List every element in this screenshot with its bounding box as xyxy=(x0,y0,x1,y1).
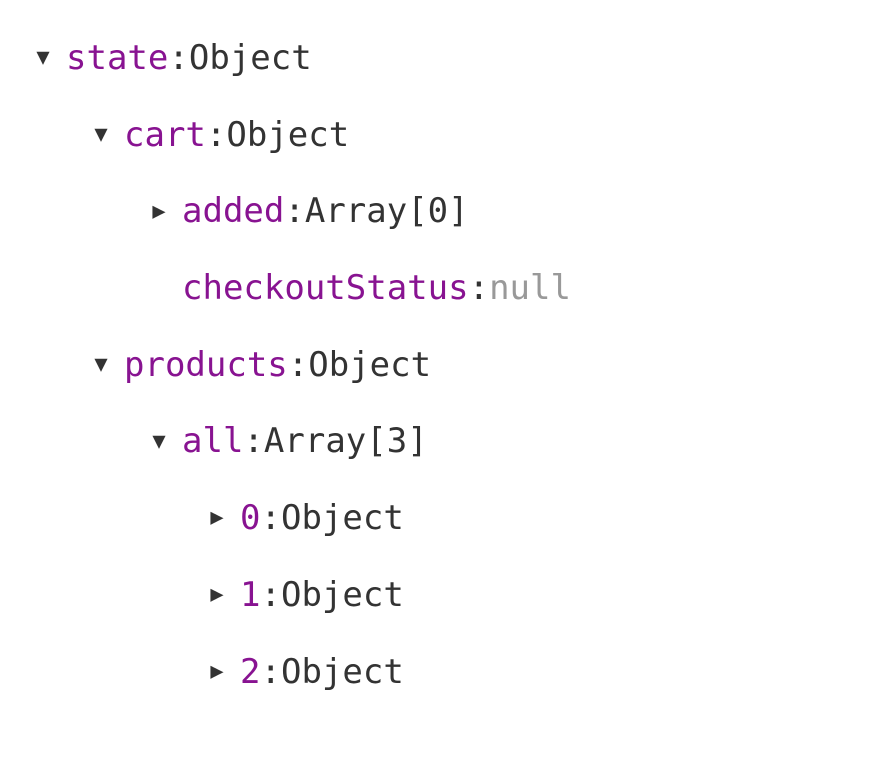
property-value: Object xyxy=(281,492,404,545)
tree-row[interactable]: state: Object xyxy=(30,20,850,97)
property-key: cart xyxy=(124,109,206,162)
tree-row[interactable]: added: Array[0] xyxy=(30,173,850,250)
tree-row[interactable]: 1: Object xyxy=(30,557,850,634)
property-value: Array[3] xyxy=(264,415,428,468)
tree-row[interactable]: products: Object xyxy=(30,327,850,404)
tree-row[interactable]: cart: Object xyxy=(30,97,850,174)
chevron-down-icon[interactable] xyxy=(146,425,172,459)
property-value: Array[0] xyxy=(305,185,469,238)
property-key: checkoutStatus xyxy=(182,262,469,315)
property-key: all xyxy=(182,415,243,468)
colon: : xyxy=(260,492,280,545)
colon: : xyxy=(168,32,188,85)
tree-row[interactable]: 2: Object xyxy=(30,634,850,711)
chevron-right-icon[interactable] xyxy=(204,655,230,689)
property-value: Object xyxy=(189,32,312,85)
chevron-down-icon[interactable] xyxy=(88,118,114,152)
property-key: 0 xyxy=(240,492,260,545)
tree-row[interactable]: all: Array[3] xyxy=(30,403,850,480)
chevron-right-icon[interactable] xyxy=(204,578,230,612)
property-key: state xyxy=(66,32,168,85)
chevron-down-icon[interactable] xyxy=(30,41,56,75)
property-value: Object xyxy=(281,569,404,622)
tree-row[interactable]: 0: Object xyxy=(30,480,850,557)
property-value: Object xyxy=(281,646,404,699)
property-key: added xyxy=(182,185,284,238)
chevron-down-icon[interactable] xyxy=(88,348,114,382)
object-tree: state: Objectcart: Objectadded: Array[0]… xyxy=(30,20,850,710)
colon: : xyxy=(469,262,489,315)
colon: : xyxy=(288,339,308,392)
colon: : xyxy=(206,109,226,162)
chevron-right-icon[interactable] xyxy=(204,501,230,535)
property-key: 2 xyxy=(240,646,260,699)
property-value: null xyxy=(489,262,571,315)
property-value: Object xyxy=(308,339,431,392)
property-value: Object xyxy=(226,109,349,162)
chevron-right-icon[interactable] xyxy=(146,195,172,229)
colon: : xyxy=(260,646,280,699)
property-key: products xyxy=(124,339,288,392)
property-key: 1 xyxy=(240,569,260,622)
colon: : xyxy=(284,185,304,238)
colon: : xyxy=(260,569,280,622)
tree-row[interactable]: checkoutStatus: null xyxy=(30,250,850,327)
colon: : xyxy=(243,415,263,468)
